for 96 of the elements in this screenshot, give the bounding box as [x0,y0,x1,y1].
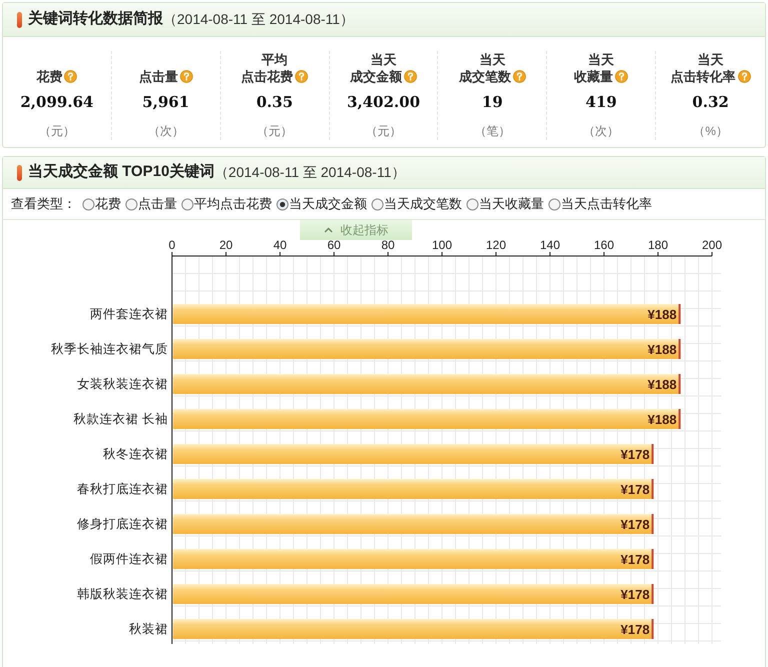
value-label: ¥188 [648,307,677,322]
help-icon[interactable] [295,70,308,83]
bar-end-marker [652,479,654,499]
stat-label: 当天 [698,51,724,68]
stat-label: 平均 [262,51,288,68]
tick-label: 80 [381,240,395,252]
help-icon[interactable] [180,70,193,83]
help-icon[interactable] [615,70,628,83]
category-label: 假两件连衣裙 [90,552,168,566]
category-label: 韩版秋装连衣裙 [77,587,168,601]
stat-label: 成交金额 [350,68,402,85]
value-label: ¥178 [620,447,650,462]
stat-label: 收藏量 [574,68,614,85]
radio-label[interactable]: 当天点击转化率 [561,194,652,214]
category-label: 秋冬连衣裙 [103,447,168,461]
stat-unit: （元） [365,122,402,140]
bar-end-marker [678,409,681,429]
stat-label: 成交笔数 [458,68,511,85]
panel-title: 关键词转化数据简报 [28,10,163,28]
stat-label: 点击转化率 [670,68,736,85]
tick-label: 120 [486,240,506,252]
value-label: ¥178 [620,622,650,637]
date-range: （2014-08-11 至 2014-08-11） [163,10,354,29]
help-icon[interactable] [512,70,526,83]
stat-value: 3,402.00 [346,92,420,113]
stat-value: 0.35 [256,92,293,113]
category-label: 秋季长袖连衣裙气质 [51,342,168,356]
tick-label: 40 [273,240,287,252]
tick-label: 180 [648,240,668,252]
radio-label[interactable]: 花费 [95,194,121,214]
stat-value: 0.32 [692,92,729,113]
stat-label: 花费 [36,68,62,85]
category-label: 春秋打底连衣裙 [77,482,168,496]
tick-label: 100 [432,240,452,252]
help-icon[interactable] [404,70,417,83]
radio-button[interactable] [276,198,289,210]
radio-button[interactable] [82,198,95,210]
help-icon[interactable] [64,70,78,83]
stat-label: 点击花费 [241,68,294,85]
stat-value: 419 [586,92,617,113]
bar-end-marker [678,304,681,324]
value-label: ¥178 [620,517,650,532]
radio-label[interactable]: 当天收藏量 [479,194,544,214]
stat-unit: （次） [148,122,184,140]
tick-label: 140 [540,240,560,252]
view-type-label: 查看类型： [11,195,76,214]
tick-label: 200 [702,240,722,252]
category-label: 秋装裙 [129,622,168,636]
stat-unit: （笔） [474,122,510,140]
panel-title: 当天成交金额 TOP10关键词 [28,162,214,182]
stat-unit: （次） [583,122,620,140]
accent-marker [17,12,22,28]
category-label: 修身打底连衣裙 [77,517,168,531]
radio-button[interactable] [466,198,479,210]
stat-label: 当天 [479,51,506,68]
help-icon[interactable] [738,70,751,83]
tick-label: 0 [168,240,176,252]
radio-label[interactable]: 当天成交笔数 [384,194,462,214]
radio-button[interactable] [125,198,138,210]
value-label: ¥178 [620,482,650,497]
stat-label: 当天 [588,51,614,68]
value-label: ¥188 [648,342,677,357]
value-label: ¥178 [620,552,650,567]
tick-label: 60 [327,240,341,252]
bar-end-marker [652,549,654,569]
stat-label: 当天 [370,51,396,68]
radio-button[interactable] [548,198,561,210]
category-label: 两件套连衣裙 [90,307,168,321]
accent-marker [17,164,22,180]
radio-button[interactable] [181,198,194,210]
stat-value: 19 [482,92,503,113]
bar-end-marker [678,374,681,394]
stat-unit: （元） [256,122,293,140]
value-label: ¥188 [648,412,677,427]
tick-label: 20 [219,240,233,252]
value-label: ¥178 [620,587,650,602]
stat-value: 5,961 [142,92,190,113]
bar-end-marker [652,619,654,639]
radio-button[interactable] [371,198,384,210]
bar-end-marker [652,514,654,534]
radio-label[interactable]: 平均点击花费 [194,194,272,214]
value-label: ¥188 [648,377,677,392]
bar-end-marker [652,584,654,604]
chevron-up-icon [324,227,332,233]
tick-label: 160 [594,240,614,252]
bar-end-marker [678,339,681,359]
stat-unit: （%） [693,122,728,140]
date-range: （2014-08-11 至 2014-08-11） [214,163,406,182]
radio-label[interactable]: 当天成交金额 [289,194,367,214]
stat-value: 2,099.64 [20,92,94,113]
radio-label[interactable]: 点击量 [138,194,177,214]
category-label: 女装秋装连衣裙 [77,377,168,391]
bar-end-marker [652,444,654,464]
stat-unit: （元） [38,122,75,140]
stat-label: 点击量 [138,68,178,85]
category-label: 秋款连衣裙 长袖 [74,412,168,426]
